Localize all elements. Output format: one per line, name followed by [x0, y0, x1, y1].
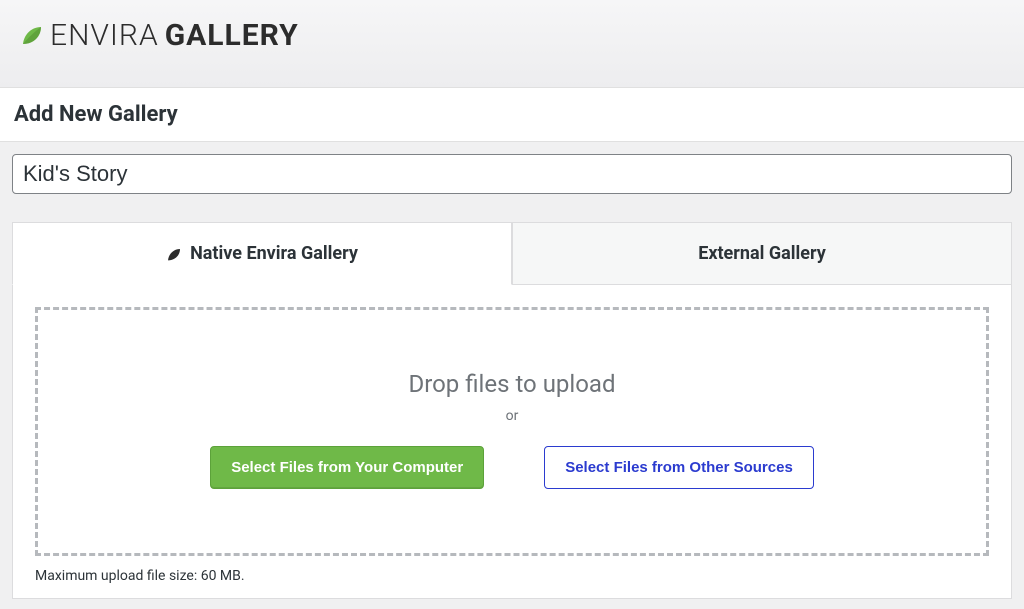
tabs: Native Envira Gallery External Gallery	[12, 222, 1012, 285]
dropzone[interactable]: Drop files to upload or Select Files fro…	[35, 307, 989, 556]
tab-external-gallery[interactable]: External Gallery	[512, 222, 1012, 285]
leaf-icon	[20, 24, 44, 48]
dropzone-subtext: or	[506, 408, 519, 424]
brand-word2: GALLERY	[165, 18, 299, 53]
upload-panel: Drop files to upload or Select Files fro…	[12, 285, 1012, 599]
tab-native-gallery[interactable]: Native Envira Gallery	[12, 222, 512, 285]
select-files-other-button[interactable]: Select Files from Other Sources	[544, 446, 814, 489]
dropzone-button-row: Select Files from Your Computer Select F…	[210, 446, 814, 489]
select-files-computer-button[interactable]: Select Files from Your Computer	[210, 446, 484, 489]
page-header: Add New Gallery	[0, 88, 1024, 142]
brand-banner: ENVIRAGALLERY	[0, 0, 1024, 88]
brand-word1: ENVIRA	[50, 18, 159, 53]
leaf-icon	[166, 246, 182, 262]
tab-external-label: External Gallery	[698, 243, 826, 264]
gallery-title-input[interactable]	[12, 154, 1012, 194]
tab-native-label: Native Envira Gallery	[190, 243, 358, 264]
max-upload-note: Maximum upload file size: 60 MB.	[35, 568, 989, 584]
page-title: Add New Gallery	[14, 102, 1010, 127]
dropzone-heading: Drop files to upload	[408, 370, 615, 398]
brand-logo: ENVIRAGALLERY	[20, 18, 1004, 53]
content-area: Native Envira Gallery External Gallery D…	[0, 142, 1024, 599]
tabs-container: Native Envira Gallery External Gallery D…	[12, 222, 1012, 599]
